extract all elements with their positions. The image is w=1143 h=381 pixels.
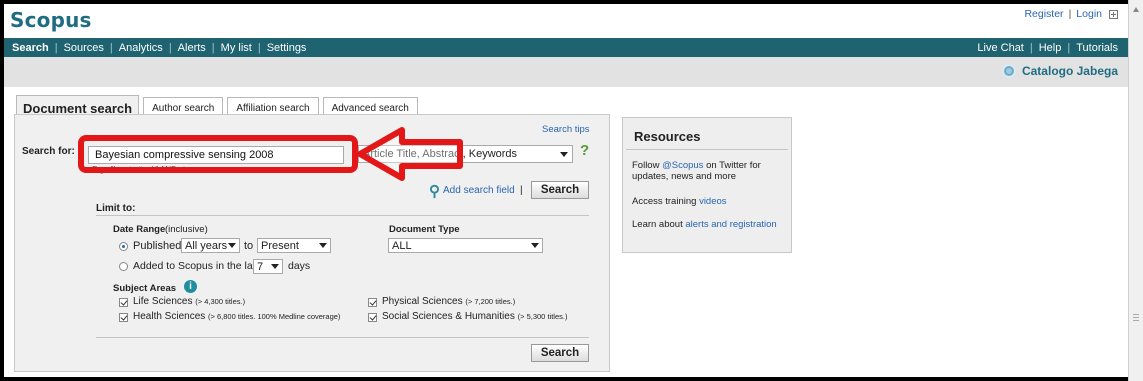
document-type-select[interactable]: ALL [388, 238, 543, 253]
subject-note: (> 5,300 titles.) [517, 312, 568, 321]
add-search-field-link[interactable]: Add search field [443, 185, 515, 196]
nav-analytics[interactable]: Analytics [119, 42, 163, 54]
subject-name: Physical Sciences [382, 296, 463, 307]
separator: | [109, 41, 113, 54]
added-radio[interactable] [119, 262, 128, 271]
days-value: 7 [257, 260, 264, 273]
separator: | [54, 41, 58, 54]
videos-link[interactable]: videos [699, 196, 726, 207]
separator: | [257, 41, 261, 54]
separator: | [211, 41, 215, 54]
to-label: to [244, 240, 254, 252]
account-links: Register | Login [1024, 8, 1118, 20]
institution-label: Catalogo Jabega [1021, 64, 1118, 78]
separator: | [168, 41, 172, 54]
nav-my-list[interactable]: My list [221, 42, 252, 54]
chevron-down-icon [319, 243, 327, 248]
subject-name: Social Sciences & Humanities [382, 311, 515, 322]
subject-areas-label: Subject Areas [113, 283, 177, 294]
date-range-note: (inclusive) [165, 224, 208, 235]
scroll-up-icon[interactable] [1133, 7, 1139, 12]
year-to-select[interactable]: Present [257, 238, 331, 253]
left-arrow-icon [357, 127, 463, 181]
health-sciences-checkbox[interactable] [119, 313, 128, 322]
days-label: days [288, 260, 311, 272]
help-icon[interactable]: ? [580, 142, 589, 159]
nav-alerts[interactable]: Alerts [178, 42, 206, 54]
year-from-value: All years [185, 239, 228, 252]
published-label: Published [133, 240, 182, 252]
divider [626, 149, 788, 150]
institution-icon [1001, 64, 1016, 78]
register-link[interactable]: Register [1024, 8, 1063, 20]
life-sciences-label: Life Sciences (> 4,300 titles.) [133, 296, 245, 307]
chevron-down-icon [560, 151, 568, 157]
learn-text: Learn about alerts and registration [632, 219, 777, 230]
institution-name: Catalogo Jabega [1001, 64, 1118, 78]
nav-sources[interactable]: Sources [64, 42, 104, 54]
life-sciences-checkbox[interactable] [119, 298, 128, 307]
resources-title: Resources [634, 129, 701, 144]
chevron-down-icon [228, 243, 236, 248]
added-label: Added to Scopus in the last [133, 260, 261, 272]
follow-suffix: on Twitter for [706, 160, 761, 171]
subject-note: (> 7,200 titles.) [465, 297, 516, 306]
scroll-grip-icon[interactable] [1133, 314, 1139, 321]
year-to-value: Present [261, 239, 299, 252]
alerts-registration-link[interactable]: alerts and registration [685, 219, 776, 230]
vertical-scrollbar[interactable] [1128, 0, 1143, 381]
magnifier-plus-icon[interactable]: ⚲ [429, 182, 440, 200]
nav-settings[interactable]: Settings [267, 42, 307, 54]
nav-tutorials[interactable]: Tutorials [1076, 42, 1118, 54]
separator: | [1068, 8, 1072, 20]
social-sciences-checkbox[interactable] [368, 313, 377, 322]
nav-help[interactable]: Help [1039, 42, 1062, 54]
subject-note: (> 4,300 titles.) [195, 297, 246, 306]
document-type-label: Document Type [389, 224, 460, 235]
subject-name: Life Sciences [133, 296, 193, 307]
document-type-value: ALL [392, 239, 412, 252]
limit-to-label: Limit to: [96, 203, 136, 214]
twitter-link[interactable]: @Scopus [662, 160, 703, 171]
search-button[interactable]: Search [531, 181, 589, 199]
chevron-down-icon [531, 243, 539, 248]
divider [96, 337, 589, 338]
published-radio[interactable] [119, 242, 128, 251]
search-for-label: Search for: [22, 146, 75, 157]
training-prefix: Access training [632, 196, 697, 207]
separator: | [520, 185, 523, 196]
follow-text-2: updates, news and more [632, 171, 737, 182]
expand-icon[interactable] [1109, 9, 1118, 19]
health-sciences-label: Health Sciences (> 6,800 titles. 100% Me… [133, 311, 340, 322]
follow-text: Follow @Scopus on Twitter for [632, 160, 761, 171]
separator: | [1067, 41, 1071, 54]
subject-note: (> 6,800 titles. 100% Medline coverage) [208, 312, 341, 321]
learn-prefix: Learn about [632, 219, 683, 230]
physical-sciences-label: Physical Sciences (> 7,200 titles.) [382, 296, 515, 307]
scopus-logo[interactable]: Scopus [10, 8, 92, 32]
main-nav: Search | Sources | Analytics | Alerts | … [4, 38, 1128, 57]
institution-bar: Catalogo Jabega [4, 57, 1128, 87]
top-header: Scopus Register | Login [4, 4, 1128, 38]
training-text: Access training videos [632, 196, 727, 207]
days-select[interactable]: 7 [253, 259, 283, 274]
subject-name: Health Sciences [133, 311, 206, 322]
highlight-box [78, 135, 358, 173]
nav-search[interactable]: Search [12, 42, 49, 54]
search-button-bottom[interactable]: Search [531, 344, 589, 362]
divider [96, 215, 589, 216]
search-tips-link[interactable]: Search tips [542, 124, 590, 135]
nav-live-chat[interactable]: Live Chat [977, 42, 1023, 54]
year-from-select[interactable]: All years [181, 238, 240, 253]
separator: | [1029, 41, 1033, 54]
browser-page: Scopus Register | Login Search | Sources… [4, 4, 1128, 377]
date-range-label: Date Range [113, 224, 166, 235]
follow-prefix: Follow [632, 160, 660, 171]
info-icon[interactable]: i [184, 280, 197, 293]
chevron-down-icon [271, 264, 279, 269]
login-link[interactable]: Login [1076, 8, 1102, 20]
social-sciences-label: Social Sciences & Humanities (> 5,300 ti… [382, 311, 567, 322]
physical-sciences-checkbox[interactable] [368, 298, 377, 307]
